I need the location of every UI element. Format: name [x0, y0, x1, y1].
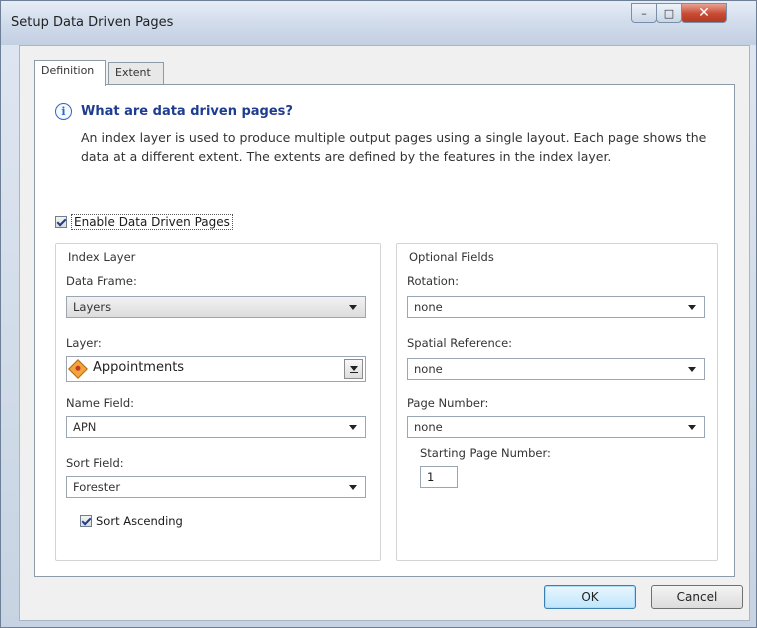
tab-extent[interactable]: Extent [108, 62, 164, 84]
dialog-client-area: Definition Extent i What are data driven… [19, 45, 750, 621]
layer-value: Appointments [93, 360, 185, 375]
enable-data-driven-pages-checkbox[interactable]: Enable Data Driven Pages [55, 213, 233, 231]
layer-label: Layer: [66, 336, 102, 350]
enable-label: Enable Data Driven Pages [71, 214, 233, 230]
chevron-down-icon [349, 485, 357, 490]
name-field-value: APN [73, 420, 97, 434]
info-description: An index layer is used to produce multip… [81, 130, 707, 164]
sort-ascending-label: Sort Ascending [96, 514, 183, 528]
dropdown-button-icon[interactable] [344, 359, 363, 379]
starting-page-number-label: Starting Page Number: [420, 446, 551, 460]
info-heading: What are data driven pages? [81, 104, 293, 119]
chevron-down-icon [688, 367, 696, 372]
rotation-value: none [414, 300, 443, 314]
maximize-button[interactable]: □ [656, 3, 682, 23]
definition-panel: i What are data driven pages? An index l… [34, 84, 735, 577]
layer-select[interactable]: Appointments [66, 356, 366, 382]
name-field-label: Name Field: [66, 396, 135, 410]
checkbox-checked-icon[interactable] [80, 515, 92, 527]
data-frame-value: Layers [73, 300, 112, 314]
sort-field-select[interactable]: Forester [66, 476, 366, 498]
tab-definition[interactable]: Definition [34, 60, 106, 86]
rotation-select[interactable]: none [407, 296, 705, 318]
minimize-button[interactable]: – [631, 3, 657, 23]
chevron-down-icon [349, 305, 357, 310]
close-icon: ✕ [698, 5, 710, 21]
sort-field-label: Sort Field: [66, 456, 124, 470]
index-layer-group: Index Layer Data Frame: Layers Layer: Ap… [55, 243, 381, 561]
rotation-label: Rotation: [407, 274, 459, 288]
page-number-select[interactable]: none [407, 416, 705, 438]
data-frame-select[interactable]: Layers [66, 296, 366, 318]
spatial-reference-label: Spatial Reference: [407, 336, 513, 350]
sort-ascending-checkbox[interactable]: Sort Ascending [80, 514, 183, 528]
optional-fields-title: Optional Fields [407, 250, 496, 264]
close-button[interactable]: ✕ [681, 3, 727, 23]
polygon-layer-icon [68, 359, 88, 379]
chevron-down-icon [688, 425, 696, 430]
chevron-down-icon [688, 305, 696, 310]
spatial-reference-value: none [414, 362, 443, 376]
spatial-reference-select[interactable]: none [407, 358, 705, 380]
page-number-value: none [414, 420, 443, 434]
window-title: Setup Data Driven Pages [11, 15, 174, 30]
name-field-select[interactable]: APN [66, 416, 366, 438]
setup-data-driven-pages-dialog: Setup Data Driven Pages – □ ✕ Definition… [0, 0, 757, 628]
page-number-label: Page Number: [407, 396, 489, 410]
info-icon: i [55, 103, 72, 120]
data-frame-label: Data Frame: [66, 274, 137, 288]
starting-page-number-input[interactable]: 1 [420, 466, 458, 488]
cancel-button[interactable]: Cancel [651, 585, 743, 609]
index-layer-title: Index Layer [66, 250, 138, 264]
title-bar[interactable]: Setup Data Driven Pages – □ ✕ [1, 1, 756, 45]
chevron-down-icon [349, 425, 357, 430]
maximize-icon: □ [663, 6, 675, 20]
sort-field-value: Forester [73, 480, 121, 494]
minimize-icon: – [641, 6, 647, 20]
optional-fields-group: Optional Fields Rotation: none Spatial R… [396, 243, 718, 561]
checkbox-checked-icon[interactable] [55, 216, 67, 228]
ok-button[interactable]: OK [544, 585, 636, 609]
